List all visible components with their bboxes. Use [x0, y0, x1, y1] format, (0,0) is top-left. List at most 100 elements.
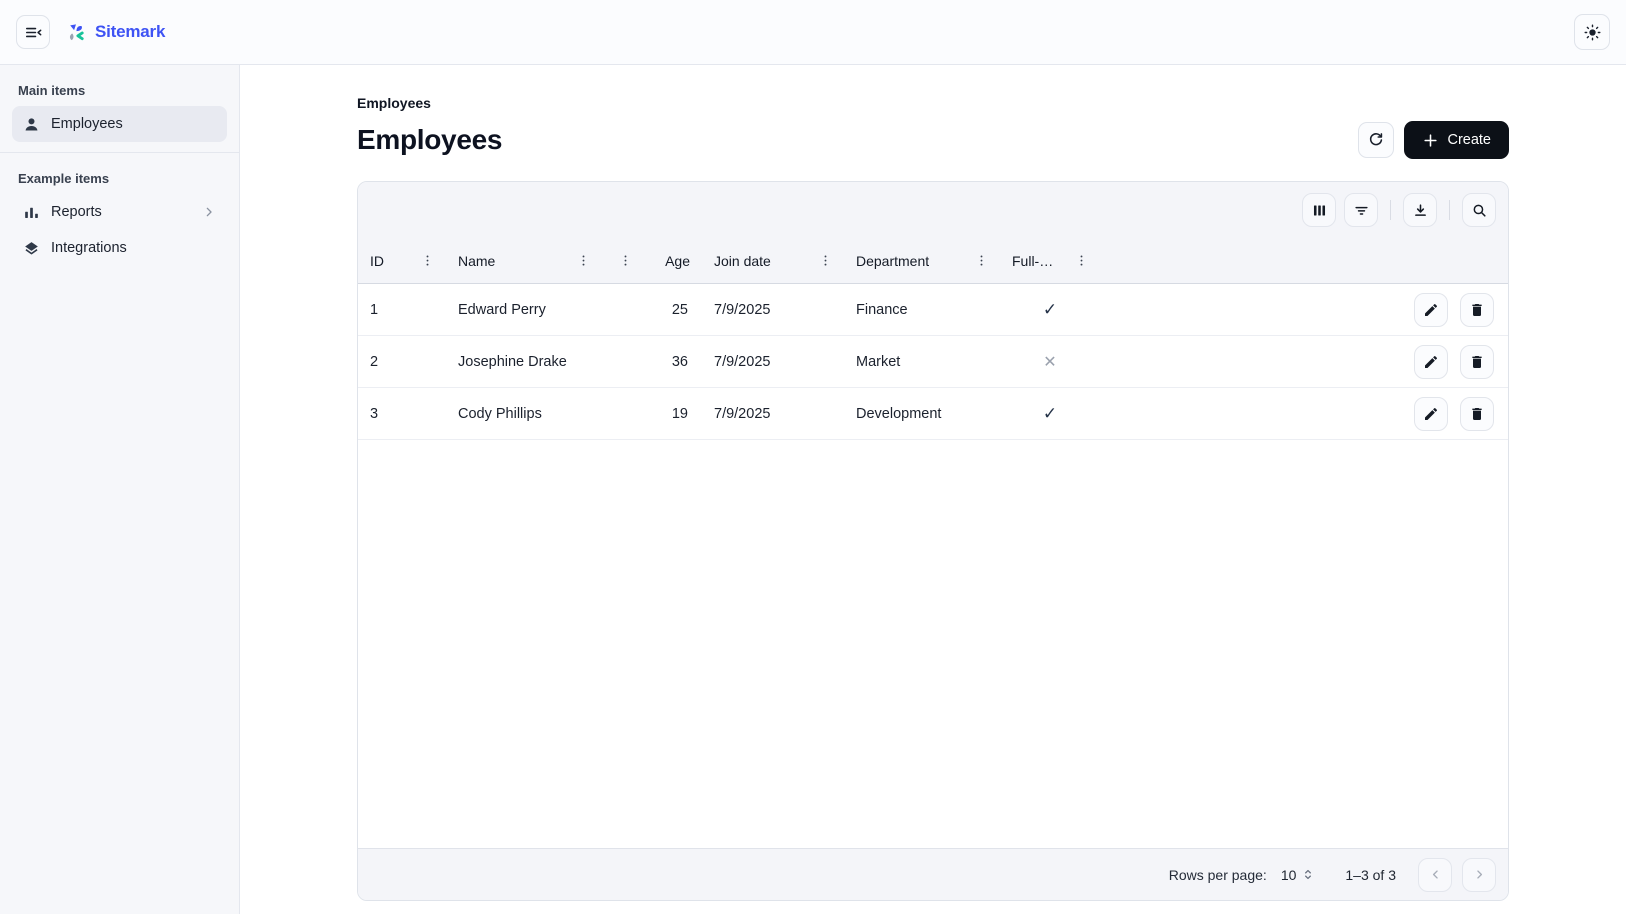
table-row[interactable]: 1 Edward Perry 25 7/9/2025 Finance ✓	[358, 284, 1508, 336]
search-icon	[1471, 202, 1488, 219]
delete-button[interactable]	[1460, 397, 1494, 431]
breadcrumb[interactable]: Employees	[357, 95, 431, 111]
sidebar-item-reports[interactable]: Reports	[12, 194, 227, 230]
sidebar-collapse-button[interactable]	[16, 15, 50, 49]
top-bar: Sitemark	[0, 0, 1626, 65]
pager	[1418, 858, 1496, 892]
export-button[interactable]	[1403, 193, 1437, 227]
cell-actions	[1100, 397, 1508, 431]
column-menu-icon[interactable]	[416, 250, 438, 272]
edit-button[interactable]	[1414, 293, 1448, 327]
cell-department: Development	[844, 406, 1000, 422]
grid-header-row: ID Name A	[358, 238, 1508, 284]
sidebar-item-label: Integrations	[51, 240, 127, 256]
next-page-button[interactable]	[1462, 858, 1496, 892]
cell-join-date: 7/9/2025	[702, 406, 844, 422]
cell-department: Market	[844, 354, 1000, 370]
cell-id: 3	[358, 406, 446, 422]
sidebar-section-header: Main items	[12, 75, 227, 106]
filter-button[interactable]	[1344, 193, 1378, 227]
sidebar: Main items Employees Example items	[0, 65, 240, 914]
cell-name: Cody Phillips	[446, 406, 602, 422]
sitemark-logo-icon	[64, 21, 87, 44]
chevron-right-icon	[201, 204, 217, 220]
main-content: Employees Employees	[240, 65, 1626, 914]
search-button[interactable]	[1462, 193, 1496, 227]
cell-actions	[1100, 293, 1508, 327]
pencil-icon	[1423, 406, 1439, 422]
columns-button[interactable]	[1302, 193, 1336, 227]
refresh-icon	[1367, 131, 1385, 149]
page-actions: Create	[1358, 121, 1509, 159]
cell-name: Josephine Drake	[446, 354, 602, 370]
plus-icon	[1422, 132, 1439, 149]
column-header-department[interactable]: Department	[844, 238, 1000, 283]
pagination-range: 1–3 of 3	[1345, 867, 1396, 883]
title-row: Employees	[357, 121, 1509, 159]
trash-icon	[1469, 406, 1485, 422]
cell-join-date: 7/9/2025	[702, 302, 844, 318]
pencil-icon	[1423, 354, 1439, 370]
column-menu-icon[interactable]	[614, 250, 636, 272]
pencil-icon	[1423, 302, 1439, 318]
trash-icon	[1469, 302, 1485, 318]
rows-per-page-label: Rows per page:	[1169, 867, 1267, 883]
app-body: Main items Employees Example items	[0, 65, 1626, 914]
check-icon: ✓	[1043, 404, 1057, 424]
column-menu-icon[interactable]	[814, 250, 836, 272]
delete-button[interactable]	[1460, 293, 1494, 327]
edit-button[interactable]	[1414, 345, 1448, 379]
logo-text: Sitemark	[95, 22, 165, 42]
cell-id: 2	[358, 354, 446, 370]
previous-page-button[interactable]	[1418, 858, 1452, 892]
sidebar-item-integrations[interactable]: Integrations	[12, 230, 227, 266]
rows-per-page-value: 10	[1281, 867, 1297, 883]
check-icon: ✓	[1043, 300, 1057, 320]
rows-per-page-select[interactable]: 10	[1281, 867, 1316, 883]
cell-actions	[1100, 345, 1508, 379]
toolbar-divider	[1390, 200, 1391, 220]
column-header-join-date[interactable]: Join date	[702, 238, 844, 283]
select-stepper-icon	[1301, 867, 1315, 882]
cell-full-time: ✓	[1000, 404, 1100, 424]
column-menu-icon[interactable]	[572, 250, 594, 272]
column-header-age[interactable]: Age	[602, 238, 702, 283]
create-button[interactable]: Create	[1404, 121, 1509, 159]
filter-icon	[1353, 202, 1370, 219]
cell-full-time: ✓	[1000, 300, 1100, 320]
theme-toggle-button[interactable]	[1574, 14, 1610, 50]
columns-icon	[1311, 202, 1328, 219]
sidebar-item-employees[interactable]: Employees	[12, 106, 227, 142]
create-button-label: Create	[1447, 132, 1491, 148]
sun-icon	[1583, 23, 1602, 42]
topbar-left: Sitemark	[16, 15, 165, 49]
cell-id: 1	[358, 302, 446, 318]
page-title: Employees	[357, 124, 502, 156]
column-header-full-time[interactable]: Full-…	[1000, 238, 1100, 283]
chevron-left-icon	[1428, 867, 1443, 882]
cell-age: 19	[602, 406, 702, 422]
grid-toolbar	[358, 182, 1508, 238]
cell-department: Finance	[844, 302, 1000, 318]
column-menu-icon[interactable]	[1070, 250, 1092, 272]
table-row[interactable]: 2 Josephine Drake 36 7/9/2025 Market ✕	[358, 336, 1508, 388]
person-icon	[22, 115, 41, 134]
column-header-actions	[1100, 238, 1508, 283]
column-header-name[interactable]: Name	[446, 238, 602, 283]
column-header-id[interactable]: ID	[358, 238, 446, 283]
edit-button[interactable]	[1414, 397, 1448, 431]
sidebar-divider	[0, 152, 239, 153]
cell-age: 25	[602, 302, 702, 318]
cell-name: Edward Perry	[446, 302, 602, 318]
refresh-button[interactable]	[1358, 122, 1394, 158]
cross-icon: ✕	[1043, 352, 1056, 372]
sidebar-section-header: Example items	[12, 163, 227, 194]
column-menu-icon[interactable]	[970, 250, 992, 272]
logo[interactable]: Sitemark	[64, 21, 165, 44]
layers-icon	[22, 239, 41, 258]
grid-empty-area	[358, 440, 1508, 848]
delete-button[interactable]	[1460, 345, 1494, 379]
toolbar-divider	[1449, 200, 1450, 220]
table-row[interactable]: 3 Cody Phillips 19 7/9/2025 Development …	[358, 388, 1508, 440]
app-root: Sitemark Main items	[0, 0, 1626, 914]
